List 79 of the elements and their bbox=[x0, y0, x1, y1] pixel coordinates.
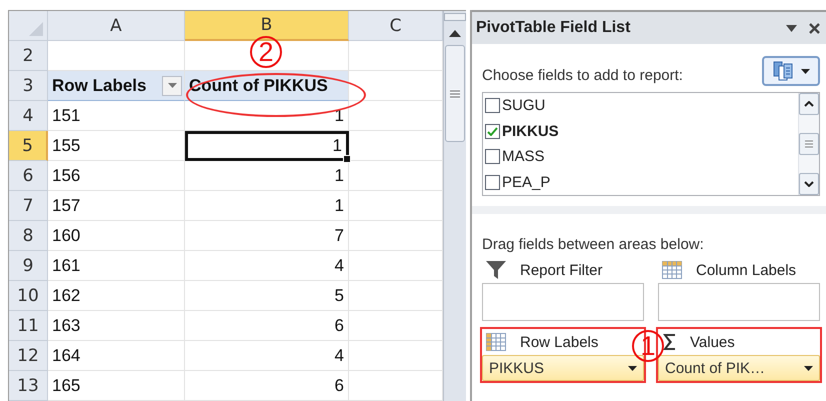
layout-button[interactable] bbox=[762, 56, 820, 86]
row-header[interactable]: 11 bbox=[9, 311, 48, 341]
caret-icon bbox=[804, 366, 813, 370]
checkmark-icon bbox=[487, 126, 498, 136]
checkbox[interactable] bbox=[485, 149, 500, 164]
chevron-up-icon bbox=[804, 101, 814, 107]
table-cell[interactable]: 6 bbox=[185, 371, 349, 401]
table-cell: 165 bbox=[48, 371, 185, 401]
caret-icon bbox=[800, 68, 810, 74]
field-name[interactable]: MASS bbox=[502, 148, 545, 166]
close-icon[interactable] bbox=[809, 22, 820, 34]
area-label: Row Labels bbox=[520, 334, 598, 350]
table-cell: 151 bbox=[48, 101, 185, 131]
checkbox[interactable] bbox=[485, 98, 500, 114]
vertical-scrollbar[interactable] bbox=[443, 11, 466, 401]
field-name[interactable]: PEA_P bbox=[502, 174, 550, 191]
scroll-thumb[interactable] bbox=[799, 133, 819, 155]
row-header[interactable]: 2 bbox=[9, 41, 48, 71]
layout-icon bbox=[772, 61, 792, 81]
checkbox[interactable] bbox=[485, 124, 500, 139]
row-header[interactable]: 12 bbox=[9, 341, 48, 371]
row-header[interactable]: 9 bbox=[9, 251, 48, 281]
area-label: Report Filter bbox=[520, 262, 603, 278]
table-cell[interactable]: 6 bbox=[185, 311, 349, 341]
table-cell[interactable]: 1 bbox=[185, 131, 349, 161]
grid-icon bbox=[662, 261, 682, 279]
field-chip[interactable]: Count of PIK… bbox=[658, 355, 820, 381]
scroll-up-icon[interactable] bbox=[449, 30, 461, 36]
table-cell: 160 bbox=[48, 221, 185, 251]
split-handle[interactable] bbox=[444, 13, 466, 21]
field-chip[interactable]: PIKKUS bbox=[482, 355, 644, 381]
checkbox[interactable] bbox=[485, 174, 500, 190]
row-header[interactable]: 6 bbox=[9, 161, 48, 191]
instruction-text: Drag fields between areas below: bbox=[481, 235, 705, 253]
area-label: Values bbox=[690, 334, 735, 350]
panel-title: PivotTable Field List bbox=[476, 19, 630, 37]
table-cell: 155 bbox=[48, 131, 185, 161]
grip-icon bbox=[450, 90, 460, 98]
grip-icon bbox=[805, 140, 813, 148]
column-header[interactable]: B bbox=[185, 11, 349, 41]
triangle-icon bbox=[29, 22, 43, 36]
instruction-text: Choose fields to add to report: bbox=[482, 67, 683, 86]
grid-icon bbox=[486, 333, 506, 351]
table-cell: 161 bbox=[48, 251, 185, 281]
table-cell: 157 bbox=[48, 191, 185, 221]
row-header[interactable]: 4 bbox=[9, 101, 48, 131]
sigma-icon bbox=[662, 334, 676, 350]
filter-icon bbox=[486, 261, 506, 279]
row-header[interactable]: 7 bbox=[9, 191, 48, 221]
table-cell[interactable]: 7 bbox=[185, 221, 349, 251]
row-header[interactable]: 10 bbox=[9, 281, 48, 311]
table-cell[interactable]: 4 bbox=[185, 341, 349, 371]
table-cell[interactable]: 1 bbox=[185, 191, 349, 221]
column-header[interactable]: C bbox=[349, 11, 443, 41]
field-name[interactable]: SUGU bbox=[502, 97, 546, 114]
step-number: 2 bbox=[250, 36, 282, 68]
scroll-up-button[interactable] bbox=[799, 93, 819, 115]
scroll-thumb[interactable] bbox=[445, 45, 465, 142]
row-header[interactable]: 13 bbox=[9, 371, 48, 401]
table-cell: 156 bbox=[48, 161, 185, 191]
table-cell: 162 bbox=[48, 281, 185, 311]
table-cell: 164 bbox=[48, 341, 185, 371]
chevron-down-icon bbox=[804, 181, 814, 187]
caret-icon bbox=[628, 366, 637, 370]
dropdown-icon[interactable] bbox=[786, 24, 797, 32]
table-cell[interactable]: 5 bbox=[185, 281, 349, 311]
scroll-down-button[interactable] bbox=[799, 173, 819, 195]
caret-icon bbox=[168, 83, 176, 88]
row-header[interactable]: 3 bbox=[9, 71, 48, 101]
field-name[interactable]: PIKKUS bbox=[502, 122, 559, 140]
area-label: Column Labels bbox=[696, 262, 796, 278]
column-label: Row Labels bbox=[52, 76, 146, 96]
table-cell: 163 bbox=[48, 311, 185, 341]
filter-dropdown-button[interactable] bbox=[162, 76, 182, 96]
column-header[interactable]: A bbox=[48, 11, 185, 41]
table-cell[interactable]: 4 bbox=[185, 251, 349, 281]
row-header[interactable]: 5 bbox=[9, 131, 48, 161]
row-header[interactable]: 8 bbox=[9, 221, 48, 251]
table-cell[interactable]: 1 bbox=[185, 161, 349, 191]
